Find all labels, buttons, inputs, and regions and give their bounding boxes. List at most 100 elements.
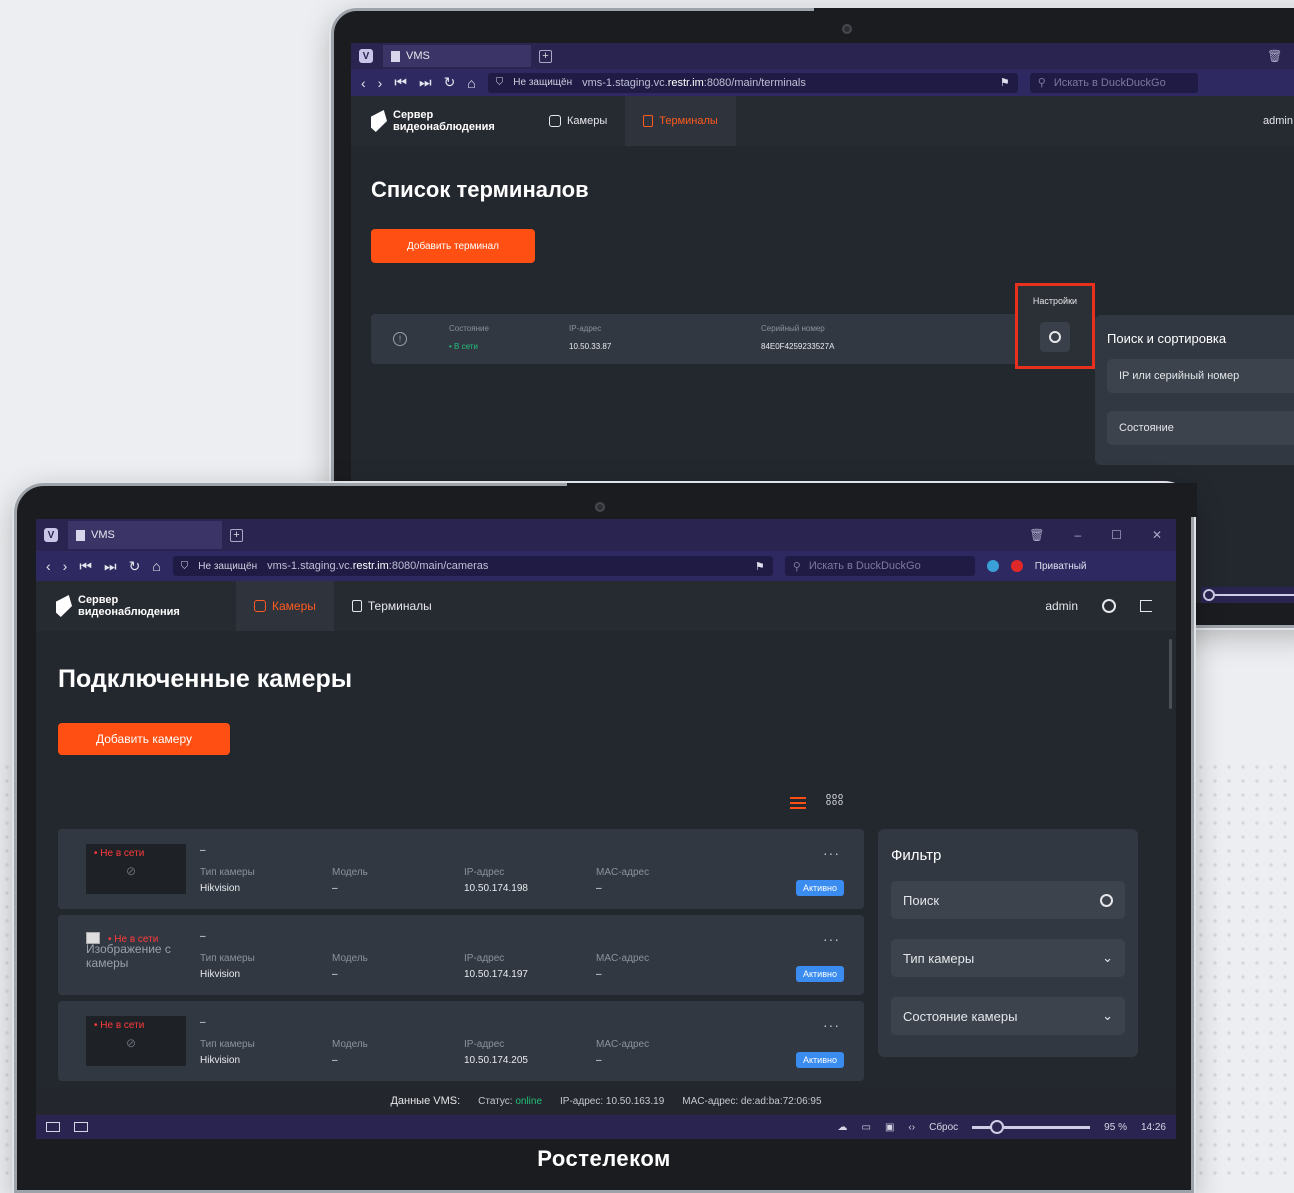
add-terminal-button[interactable]: Добавить терминал [371, 229, 535, 263]
tab-title: VMS [406, 50, 430, 62]
forward-icon[interactable]: › [378, 75, 383, 91]
add-camera-button[interactable]: Добавить камеру [58, 723, 230, 755]
tiling-icon[interactable] [74, 1122, 88, 1132]
shield-icon: ⛉ [180, 560, 189, 572]
panel-toggle-icon[interactable] [46, 1122, 60, 1132]
code-icon[interactable]: ‹› [908, 1122, 915, 1133]
chevron-down-icon: ⌄ [1102, 950, 1113, 965]
search-icon: ⚲ [1037, 77, 1046, 89]
window-icon[interactable]: ▭ [862, 1122, 871, 1133]
not-secure-label: Не защищён [198, 560, 258, 572]
nav-cameras[interactable]: Камеры [531, 96, 625, 146]
webcam-icon [595, 502, 605, 512]
search-field[interactable]: ⚲ Искать в DuckDuckGo [784, 556, 975, 576]
trash-icon[interactable]: 🗑 [1029, 528, 1044, 542]
user-name[interactable]: admin [1045, 599, 1078, 613]
close-icon[interactable]: ✕ [1152, 528, 1162, 542]
ip-serial-search[interactable]: IP или серийный номер [1107, 359, 1294, 393]
page-title: Подключенные камеры [58, 665, 353, 693]
serial-value: 84E0F4259233527A [761, 342, 835, 351]
minimize-icon[interactable]: – [1074, 528, 1081, 542]
reload-icon[interactable]: ↻ [444, 74, 456, 91]
logo-icon [56, 595, 72, 617]
browser-tab[interactable]: VMS [383, 45, 531, 67]
state-value: • В сети [449, 342, 478, 351]
bookmark-icon[interactable]: ⚑ [755, 560, 765, 573]
front-laptop: V VMS + 🗑 – ☐ ✕ ‹ › ⏮ ⏭ ↻ ⌂ ⛉ Не защищён vm… [14, 483, 1197, 1193]
nav-terminals[interactable]: Терминалы [334, 581, 450, 631]
home-icon[interactable]: ⌂ [152, 558, 160, 574]
rewind-icon[interactable]: ⏮ [79, 558, 92, 575]
camera-card[interactable]: • Не в сети Изображение с камеры – Тип к… [58, 915, 864, 995]
list-view-icon[interactable] [790, 797, 806, 809]
browser-tabbar: V VMS + 🗑– [351, 43, 1294, 69]
vms-status-bar: Данные VMS: Статус: online IP-адрес: 10.… [36, 1087, 1176, 1115]
page-icon [76, 529, 85, 541]
shield-icon: ⛉ [495, 77, 504, 88]
home-icon[interactable]: ⌂ [467, 75, 475, 91]
search-sort-panel: Поиск и сортировка IP или серийный номер… [1095, 315, 1294, 465]
new-tab-icon[interactable]: + [230, 528, 243, 542]
new-tab-icon[interactable]: + [539, 49, 552, 63]
trash-icon[interactable]: 🗑 [1267, 49, 1282, 63]
camera-icon [254, 600, 266, 612]
grid-view-icon[interactable]: ooo ooo [826, 792, 844, 807]
zoom-slider[interactable] [972, 1119, 1091, 1134]
webcam-icon [842, 24, 852, 34]
back-icon[interactable]: ‹ [46, 558, 51, 574]
app-header: Сервер видеонаблюдения Камеры Терминалы a… [351, 96, 1294, 146]
camera-card[interactable]: • Не в сети ⊘ – Тип камеры Hikvision Моде… [58, 829, 864, 909]
url-field[interactable]: ⛉ Не защищён vms-1.staging.vc.restr.im:8… [172, 556, 773, 576]
logout-icon[interactable] [1140, 600, 1152, 612]
zoom-slider[interactable] [1201, 587, 1294, 603]
status-badge: Активно [796, 966, 844, 982]
extension-icon[interactable] [1010, 560, 1023, 572]
browser-tab[interactable]: VMS [68, 521, 222, 549]
background-dots [1180, 760, 1294, 1183]
reset-zoom[interactable]: Сброс [929, 1122, 958, 1133]
fastforward-icon[interactable]: ⏭ [104, 558, 117, 575]
terminal-icon [643, 115, 654, 127]
search-field[interactable]: ⚲ Искать в DuckDuckGo [1029, 72, 1198, 93]
scrollbar[interactable] [1169, 639, 1172, 709]
user-name[interactable]: admin [1263, 115, 1293, 127]
brand[interactable]: Сервер видеонаблюдения [36, 594, 236, 618]
bookmark-icon[interactable]: ⚑ [1000, 76, 1010, 89]
url-text: vms-1.staging.vc.restr.im:8080/main/came… [267, 560, 489, 572]
settings-highlight: Настройки [1015, 283, 1095, 369]
more-icon[interactable]: ··· [823, 845, 840, 861]
private-label[interactable]: Приватный [1035, 561, 1087, 572]
forward-icon[interactable]: › [63, 558, 68, 574]
search-input[interactable]: Поиск [891, 881, 1125, 919]
fastforward-icon[interactable]: ⏭ [419, 74, 432, 91]
state-select[interactable]: Состояние [1107, 411, 1294, 445]
camera-card[interactable]: • Не в сети ⊘ – Тип камеры Hikvision Моде… [58, 1001, 864, 1081]
nav-cameras[interactable]: Камеры [236, 581, 334, 631]
gear-icon[interactable] [1102, 599, 1116, 613]
camera-type-select[interactable]: Тип камеры ⌄ [891, 939, 1125, 977]
no-video-icon: ⊘ [126, 864, 137, 878]
terminal-row[interactable]: ! Состояние • В сети IP-адрес 10.50.33.8… [371, 314, 1023, 364]
browser-tabbar: V VMS + 🗑 – ☐ ✕ [36, 519, 1176, 551]
status-badge: Активно [796, 1052, 844, 1068]
state-label: Состояние [449, 324, 489, 333]
brand[interactable]: Сервер видеонаблюдения [351, 109, 531, 133]
status-badge: Активно [796, 880, 844, 896]
serial-label: Серийный номер [761, 324, 825, 333]
maximize-icon[interactable]: ☐ [1111, 528, 1122, 542]
cloud-icon[interactable]: ☁ [838, 1122, 848, 1133]
rewind-icon[interactable]: ⏮ [394, 74, 407, 91]
more-icon[interactable]: ··· [823, 1017, 840, 1033]
back-icon[interactable]: ‹ [361, 75, 366, 91]
image-icon[interactable]: ▣ [885, 1122, 894, 1133]
nav-terminals[interactable]: Терминалы [625, 96, 736, 146]
reload-icon[interactable]: ↻ [129, 558, 141, 575]
front-screen: V VMS + 🗑 – ☐ ✕ ‹ › ⏮ ⏭ ↻ ⌂ ⛉ Не защищён vm… [36, 519, 1176, 1139]
app-header: Сервер видеонаблюдения Камеры Терминалы a… [36, 581, 1176, 631]
url-field[interactable]: ⛉ Не защищён vms-1.staging.vc.restr.im:8… [487, 72, 1018, 93]
settings-button[interactable] [1040, 322, 1070, 352]
ip-value: 10.50.33.87 [569, 342, 612, 351]
camera-state-select[interactable]: Состояние камеры ⌄ [891, 997, 1125, 1035]
globe-icon[interactable] [986, 560, 999, 572]
more-icon[interactable]: ··· [823, 931, 840, 947]
